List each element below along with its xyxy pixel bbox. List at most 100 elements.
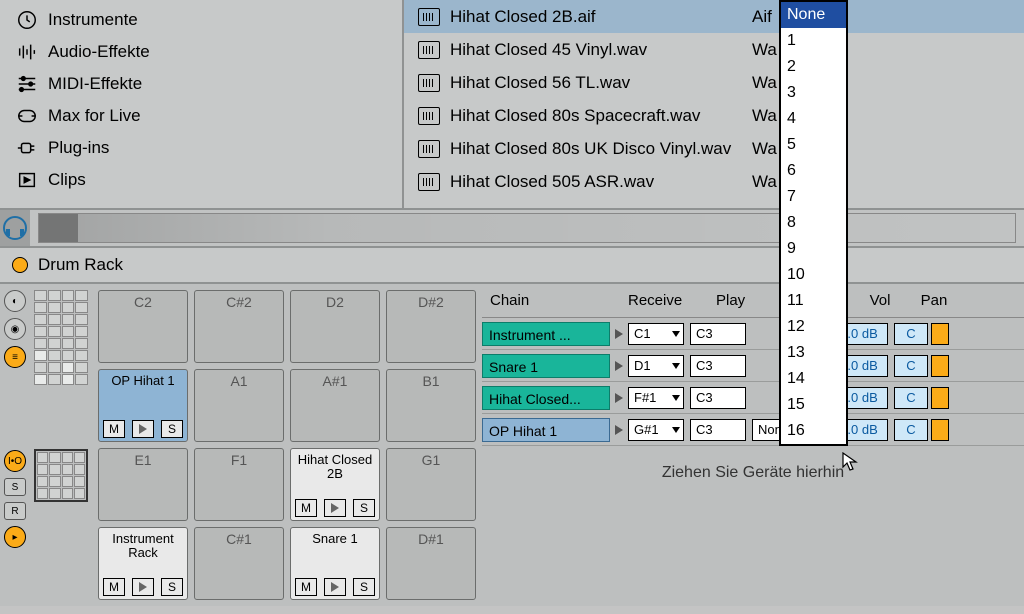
return-button[interactable]: R	[4, 502, 26, 520]
receive-select[interactable]: D1	[628, 355, 684, 377]
waveform-display[interactable]	[38, 213, 1016, 243]
chain-button[interactable]: ≡	[4, 346, 26, 368]
choke-option[interactable]: 7	[781, 184, 846, 210]
chain-speaker-icon[interactable]	[931, 323, 949, 345]
pad-play[interactable]	[132, 578, 154, 596]
choke-option[interactable]: 2	[781, 54, 846, 80]
chain-pan[interactable]: C	[894, 387, 928, 409]
pad-b1[interactable]: B1	[386, 369, 476, 442]
category-midi-effekte[interactable]: MIDI-Effekte	[0, 68, 402, 100]
pad-d2[interactable]: D2	[290, 290, 380, 363]
play-select[interactable]: C3	[690, 323, 746, 345]
category-instrumente[interactable]: Instrumente	[0, 4, 402, 36]
pad-mute[interactable]: M	[103, 420, 125, 438]
pad-overview[interactable]	[30, 284, 92, 606]
pad-g1[interactable]: G1	[386, 448, 476, 521]
file-row[interactable]: Hihat Closed 80s Spacecraft.wav Wa	[404, 99, 1024, 132]
receive-select[interactable]: C1	[628, 323, 684, 345]
choke-option[interactable]: 4	[781, 106, 846, 132]
pad-cs2[interactable]: C#2	[194, 290, 284, 363]
choke-option[interactable]: 15	[781, 392, 846, 418]
preview-toggle[interactable]	[0, 210, 30, 246]
chain-name[interactable]: OP Hihat 1	[482, 418, 610, 442]
chain-name[interactable]: Hihat Closed...	[482, 386, 610, 410]
receive-select[interactable]: G#1	[628, 419, 684, 441]
chain-expand-icon[interactable]	[610, 393, 628, 403]
category-plug-ins[interactable]: Plug-ins	[0, 132, 402, 164]
play-select[interactable]: C3	[690, 355, 746, 377]
choke-option[interactable]: 14	[781, 366, 846, 392]
pad-solo[interactable]: S	[353, 499, 375, 517]
category-clips[interactable]: Clips	[0, 164, 402, 196]
show-button[interactable]: ◉	[4, 318, 26, 340]
pad-ds1[interactable]: D#1	[386, 527, 476, 600]
chain-pan[interactable]: C	[894, 323, 928, 345]
pad-e1[interactable]: E1	[98, 448, 188, 521]
choke-dropdown-menu[interactable]: None 1 2 3 4 5 6 7 8 9 10 11 12 13 14 15…	[779, 0, 848, 446]
choke-option[interactable]: 5	[781, 132, 846, 158]
choke-option[interactable]: 6	[781, 158, 846, 184]
file-type: Wa	[752, 40, 777, 60]
auto-button[interactable]: ▸	[4, 526, 26, 548]
choke-option[interactable]: 3	[781, 80, 846, 106]
file-row[interactable]: Hihat Closed 2B.aif Aif	[404, 0, 1024, 33]
choke-option[interactable]: 13	[781, 340, 846, 366]
pad-instrument-rack[interactable]: Instrument Rack MS	[98, 527, 188, 600]
chain-speaker-icon[interactable]	[931, 419, 949, 441]
macro-button[interactable]: ◐	[4, 290, 26, 312]
send-button[interactable]: S	[4, 478, 26, 496]
choke-option[interactable]: 12	[781, 314, 846, 340]
pad-snare-1[interactable]: Snare 1 MS	[290, 527, 380, 600]
pad-solo[interactable]: S	[161, 420, 183, 438]
chain-row[interactable]: OP Hihat 1 G#1 C3 None 0.0 dB C	[482, 414, 1024, 446]
pad-mute[interactable]: M	[295, 499, 317, 517]
chain-name[interactable]: Instrument ...	[482, 322, 610, 346]
choke-option[interactable]: 10	[781, 262, 846, 288]
pad-overview-window[interactable]	[34, 449, 88, 502]
chain-row[interactable]: Snare 1 D1 C3 0.0 dB C	[482, 350, 1024, 382]
pad-cs1[interactable]: C#1	[194, 527, 284, 600]
chain-expand-icon[interactable]	[610, 425, 628, 435]
pad-mute[interactable]: M	[295, 578, 317, 596]
chain-row[interactable]: Hihat Closed... F#1 C3 0.0 dB C	[482, 382, 1024, 414]
chain-expand-icon[interactable]	[610, 361, 628, 371]
io-button[interactable]: I•O	[4, 450, 26, 472]
choke-option[interactable]: 1	[781, 28, 846, 54]
file-row[interactable]: Hihat Closed 80s UK Disco Vinyl.wav Wa	[404, 132, 1024, 165]
pad-play[interactable]	[324, 578, 346, 596]
pad-play[interactable]	[324, 499, 346, 517]
pad-as1[interactable]: A#1	[290, 369, 380, 442]
pad-ds2[interactable]: D#2	[386, 290, 476, 363]
category-audio-effekte[interactable]: Audio-Effekte	[0, 36, 402, 68]
category-max-for-live[interactable]: Max for Live	[0, 100, 402, 132]
choke-option[interactable]: 9	[781, 236, 846, 262]
chain-pan[interactable]: C	[894, 419, 928, 441]
pad-f1[interactable]: F1	[194, 448, 284, 521]
device-title-bar[interactable]: Drum Rack	[0, 248, 1024, 284]
chain-pan[interactable]: C	[894, 355, 928, 377]
pad-a1[interactable]: A1	[194, 369, 284, 442]
file-row[interactable]: Hihat Closed 505 ASR.wav Wa	[404, 165, 1024, 198]
pad-op-hihat-1[interactable]: OP Hihat 1 MS	[98, 369, 188, 442]
chain-speaker-icon[interactable]	[931, 355, 949, 377]
pad-mute[interactable]: M	[103, 578, 125, 596]
play-select[interactable]: C3	[690, 419, 746, 441]
device-activator[interactable]	[12, 257, 28, 273]
chain-expand-icon[interactable]	[610, 329, 628, 339]
chain-name[interactable]: Snare 1	[482, 354, 610, 378]
play-select[interactable]: C3	[690, 387, 746, 409]
chain-row[interactable]: Instrument ... C1 C3 0.0 dB C	[482, 318, 1024, 350]
pad-hihat-closed-2b[interactable]: Hihat Closed 2B MS	[290, 448, 380, 521]
pad-c2[interactable]: C2	[98, 290, 188, 363]
choke-option[interactable]: None	[781, 2, 846, 28]
pad-play[interactable]	[132, 420, 154, 438]
receive-select[interactable]: F#1	[628, 387, 684, 409]
choke-option[interactable]: 11	[781, 288, 846, 314]
pad-solo[interactable]: S	[353, 578, 375, 596]
pad-solo[interactable]: S	[161, 578, 183, 596]
file-row[interactable]: Hihat Closed 45 Vinyl.wav Wa	[404, 33, 1024, 66]
choke-option[interactable]: 16	[781, 418, 846, 444]
choke-option[interactable]: 8	[781, 210, 846, 236]
file-row[interactable]: Hihat Closed 56 TL.wav Wa	[404, 66, 1024, 99]
chain-speaker-icon[interactable]	[931, 387, 949, 409]
